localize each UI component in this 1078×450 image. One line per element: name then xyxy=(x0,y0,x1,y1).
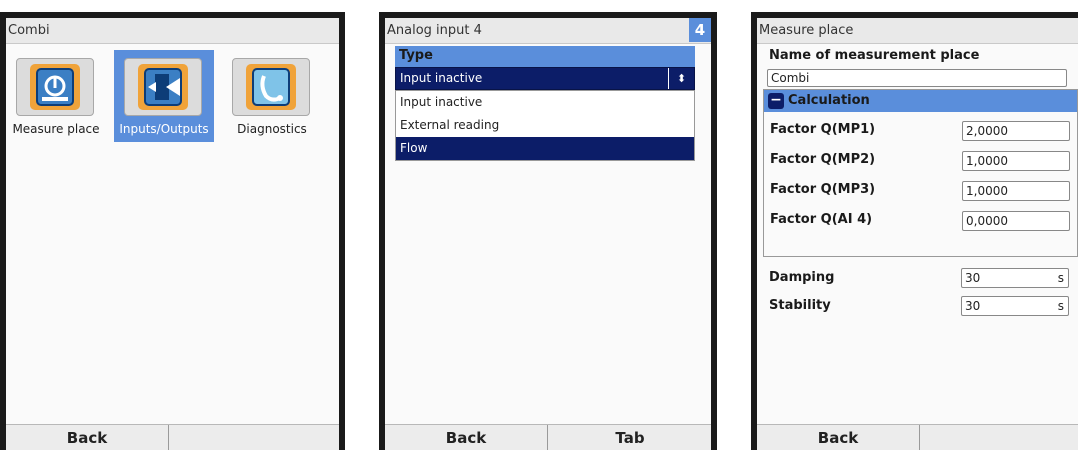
screen-main-menu: Combi Measure place Inputs/Outputs Diagn… xyxy=(6,18,339,450)
option-flow[interactable]: Flow xyxy=(396,137,694,160)
calculation-group: − Calculation Factor Q(MP1) 2,0000 Facto… xyxy=(763,89,1078,257)
select-value: Input inactive xyxy=(400,71,483,85)
factor-q-ai4-field[interactable]: 0,0000 xyxy=(962,211,1070,231)
softkey-bar: Back xyxy=(757,424,1078,450)
softkey-bar: Back Tab xyxy=(385,424,711,450)
select-arrows-icon[interactable]: ⬍ xyxy=(668,68,694,89)
screen-measure-place: Measure place Name of measurement place … xyxy=(757,18,1078,450)
device-3: Measure place Name of measurement place … xyxy=(751,12,1078,450)
name-field[interactable]: Combi xyxy=(767,69,1067,87)
stability-unit: s xyxy=(1057,299,1064,313)
diagnostics-icon xyxy=(232,58,310,116)
tile-inputs-outputs[interactable]: Inputs/Outputs xyxy=(114,50,214,142)
factor-label: Factor Q(MP3) xyxy=(770,182,876,197)
stability-label: Stability xyxy=(769,298,831,313)
page-badge: 4 xyxy=(689,18,711,42)
tile-measure-place[interactable]: Measure place xyxy=(6,50,106,142)
screen-title: Measure place xyxy=(757,18,1078,44)
inputs-outputs-icon xyxy=(124,58,202,116)
factor-label: Factor Q(MP1) xyxy=(770,122,876,137)
tile-label: Measure place xyxy=(12,122,100,136)
damping-value: 30 xyxy=(965,271,981,285)
softkey-bar: Back xyxy=(6,424,339,450)
factor-q-mp1-field[interactable]: 2,0000 xyxy=(962,121,1070,141)
calculation-title: Calculation xyxy=(788,93,870,108)
factor-q-mp2-field[interactable]: 1,0000 xyxy=(962,151,1070,171)
screen-title: Analog input 4 4 xyxy=(385,18,711,44)
title-text: Analog input 4 xyxy=(387,23,482,38)
softkey-right[interactable] xyxy=(170,425,339,450)
device-1: Combi Measure place Inputs/Outputs Diagn… xyxy=(0,12,345,450)
damping-label: Damping xyxy=(769,270,835,285)
factor-label: Factor Q(AI 4) xyxy=(770,212,873,227)
damping-field[interactable]: 30 s xyxy=(961,268,1069,288)
collapse-icon[interactable]: − xyxy=(768,93,784,109)
screen-title: Combi xyxy=(6,18,339,44)
stage: Combi Measure place Inputs/Outputs Diagn… xyxy=(0,0,1078,450)
factor-q-mp3-field[interactable]: 1,0000 xyxy=(962,181,1070,201)
type-select[interactable]: Input inactive ⬍ xyxy=(395,67,695,90)
name-label: Name of measurement place xyxy=(769,48,980,63)
damping-unit: s xyxy=(1057,271,1064,285)
back-button[interactable]: Back xyxy=(385,425,548,450)
tile-label: Inputs/Outputs xyxy=(119,122,209,136)
option-external-reading[interactable]: External reading xyxy=(396,114,694,137)
screen-analog-input: Analog input 4 4 Type Input inactive ⬍ I… xyxy=(385,18,711,450)
stability-value: 30 xyxy=(965,299,981,313)
factor-label: Factor Q(MP2) xyxy=(770,152,876,167)
tile-diagnostics[interactable]: Diagnostics xyxy=(222,50,322,142)
tile-label: Diagnostics xyxy=(237,122,307,136)
back-button[interactable]: Back xyxy=(6,425,169,450)
calculation-header[interactable]: − Calculation xyxy=(764,90,1077,112)
type-label: Type xyxy=(399,48,433,63)
back-button[interactable]: Back xyxy=(757,425,920,450)
measure-place-icon xyxy=(16,58,94,116)
softkey-right[interactable] xyxy=(921,425,1078,450)
tab-button[interactable]: Tab xyxy=(549,425,711,450)
option-input-inactive[interactable]: Input inactive xyxy=(396,91,694,114)
device-2: Analog input 4 4 Type Input inactive ⬍ I… xyxy=(379,12,717,450)
type-options-list: Input inactive External reading Flow xyxy=(395,90,695,161)
stability-field[interactable]: 30 s xyxy=(961,296,1069,316)
